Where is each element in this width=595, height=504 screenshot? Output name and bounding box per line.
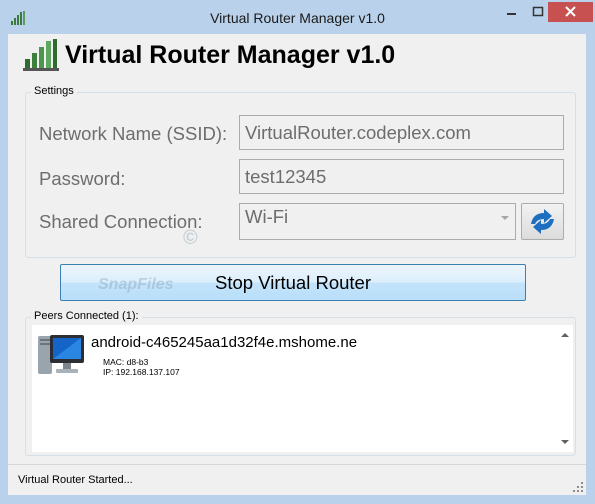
main-panel: Virtual Router Manager v1.0 Settings Net… [8,34,586,495]
peer-list-scrollbar[interactable] [556,325,573,452]
watermark-logo: SnapFiles [98,276,174,294]
settings-group: Settings Network Name (SSID): Password: … [25,85,576,258]
settings-legend: Settings [31,85,77,97]
peer-ip: IP: 192.168.137.107 [103,367,180,377]
shared-connection-select[interactable]: Wi-Fi [239,203,516,240]
title-bar[interactable]: Virtual Router Manager v1.0 [1,1,594,35]
close-button[interactable] [548,2,593,22]
ssid-input[interactable] [239,115,564,150]
watermark-text: SnapFiles [98,276,174,293]
app-heading: Virtual Router Manager v1.0 [65,41,396,69]
app-window: Virtual Router Manager v1.0 Virtual Rout… [0,0,595,504]
status-text: Virtual Router Started... [18,474,133,486]
shared-connection-label: Shared Connection: [39,211,203,232]
minimize-button[interactable] [497,2,526,22]
ssid-label: Network Name (SSID): [39,123,228,144]
password-input[interactable] [239,159,564,194]
refresh-button[interactable] [521,203,564,240]
shared-connection-value: Wi-Fi [245,206,289,227]
minimize-icon [507,13,516,15]
scroll-down-icon[interactable] [561,440,569,444]
copyright-symbol: © [183,227,198,249]
close-icon [565,6,576,17]
peer-list[interactable]: android-c465245aa1d32f4e.mshome.ne MAC: … [32,325,573,452]
password-label: Password: [39,168,126,189]
peers-legend: Peers Connected (1): [31,310,142,322]
chevron-down-icon [501,216,509,220]
computer-monitor-icon [38,335,84,374]
refresh-arrows-icon [531,209,554,234]
status-bar: Virtual Router Started... [8,464,586,495]
maximize-icon [532,6,543,17]
resize-grip-icon[interactable] [573,482,583,492]
peers-group: Peers Connected (1): android-c465245aa1d… [25,310,576,456]
peer-name: android-c465245aa1d32f4e.mshome.ne [91,334,358,351]
peer-mac: MAC: d8-b3 [103,357,149,367]
scroll-up-icon[interactable] [561,333,569,337]
signal-bars-icon [23,39,59,71]
